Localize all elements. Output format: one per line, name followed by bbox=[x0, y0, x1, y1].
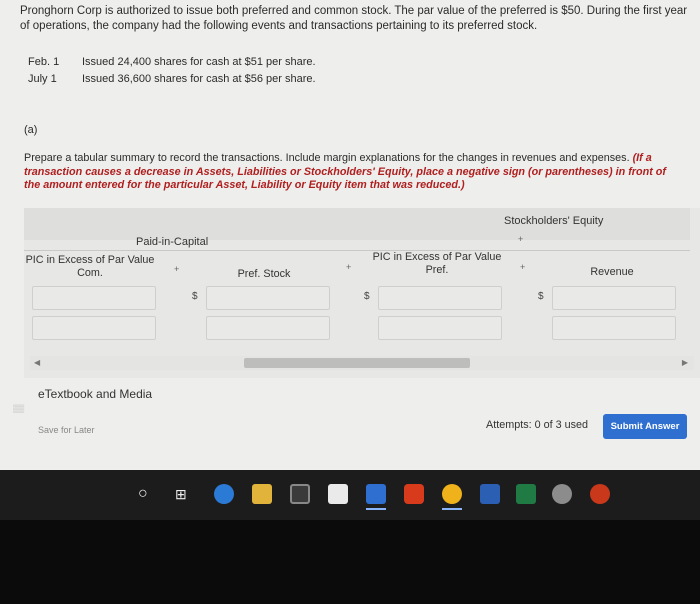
browser-content: Pronghorn Corp is authorized to issue bo… bbox=[0, 0, 700, 470]
office-icon[interactable] bbox=[404, 484, 424, 504]
calculator-icon[interactable] bbox=[290, 484, 310, 504]
excel-icon[interactable] bbox=[516, 484, 536, 504]
powerpoint-icon[interactable] bbox=[590, 484, 610, 504]
col-header-pref-stock: Pref. Stock bbox=[204, 268, 324, 281]
task-view-icon[interactable]: ⊞ bbox=[175, 484, 187, 504]
mail-icon[interactable] bbox=[366, 484, 386, 504]
photos-icon[interactable] bbox=[552, 484, 572, 504]
col-header-revenue: Revenue bbox=[564, 266, 660, 279]
col-header-pic-com: PIC in Excess of Par Value Com. bbox=[22, 254, 158, 280]
dollar-sign: $ bbox=[364, 291, 370, 302]
instructions-main: Prepare a tabular summary to record the … bbox=[24, 152, 630, 164]
input-pic-pref-row1[interactable] bbox=[378, 286, 502, 310]
scroll-left-icon[interactable]: ◀ bbox=[34, 356, 40, 370]
transaction-desc: Issued 36,600 shares for cash at $56 per… bbox=[82, 73, 316, 85]
col-header-line: Revenue bbox=[590, 266, 634, 278]
dollar-sign: $ bbox=[538, 291, 544, 302]
plus-sign: + bbox=[174, 264, 180, 274]
problem-statement: Pronghorn Corp is authorized to issue bo… bbox=[20, 5, 688, 32]
plus-sign: + bbox=[518, 234, 524, 244]
watermark-logo: ▒▒ bbox=[13, 404, 25, 413]
col-header-line: Pref. bbox=[425, 264, 449, 276]
col-header-line: PIC in Excess of Par Value bbox=[25, 254, 155, 266]
transaction-date: July 1 bbox=[28, 73, 57, 85]
file-explorer-icon[interactable] bbox=[252, 484, 272, 504]
instructions: Prepare a tabular summary to record the … bbox=[24, 152, 684, 193]
col-header-line: PIC in Excess of Par Value bbox=[372, 251, 502, 263]
horizontal-scrollbar[interactable]: ◀ ▶ bbox=[30, 356, 694, 370]
transaction-row: July 1 Issued 36,600 shares for cash at … bbox=[28, 73, 316, 85]
scrollbar-thumb[interactable] bbox=[244, 358, 470, 368]
submit-answer-button[interactable]: Submit Answer bbox=[603, 414, 687, 439]
input-revenue-row2[interactable] bbox=[552, 316, 676, 340]
attempts-counter: Attempts: 0 of 3 used bbox=[486, 419, 589, 431]
input-pic-com-row1[interactable] bbox=[32, 286, 156, 310]
col-header-line: Pref. Stock bbox=[237, 268, 291, 280]
input-pic-com-row2[interactable] bbox=[32, 316, 156, 340]
chrome-icon[interactable] bbox=[442, 484, 462, 504]
paid-in-capital-header: Paid-in-Capital bbox=[136, 236, 209, 248]
header-divider bbox=[24, 250, 690, 251]
tabular-summary-table: Stockholders' Equity + Paid-in-Capital P… bbox=[24, 208, 700, 378]
col-header-line: Com. bbox=[77, 267, 103, 279]
dollar-sign: $ bbox=[192, 291, 198, 302]
save-for-later-button[interactable]: Save for Later bbox=[38, 425, 95, 435]
stockholders-equity-header: Stockholders' Equity bbox=[504, 215, 604, 227]
plus-sign: + bbox=[520, 262, 526, 272]
etextbook-link[interactable]: eTextbook and Media bbox=[38, 387, 152, 401]
col-header-pic-pref: PIC in Excess of Par Value Pref. bbox=[364, 251, 510, 277]
transaction-desc: Issued 24,400 shares for cash at $51 per… bbox=[82, 56, 316, 68]
store-icon[interactable] bbox=[328, 484, 348, 504]
input-pic-pref-row2[interactable] bbox=[378, 316, 502, 340]
plus-sign: + bbox=[346, 262, 352, 272]
mail-active-indicator bbox=[366, 508, 386, 510]
transaction-date: Feb. 1 bbox=[28, 56, 60, 68]
input-pref-stock-row1[interactable] bbox=[206, 286, 330, 310]
input-pref-stock-row2[interactable] bbox=[206, 316, 330, 340]
edge-icon[interactable] bbox=[214, 484, 234, 504]
transaction-row: Feb. 1 Issued 24,400 shares for cash at … bbox=[28, 56, 316, 68]
search-circle-icon[interactable]: ○ bbox=[138, 484, 148, 504]
part-label: (a) bbox=[24, 124, 38, 136]
scroll-right-icon[interactable]: ▶ bbox=[682, 356, 688, 370]
input-revenue-row1[interactable] bbox=[552, 286, 676, 310]
word-icon[interactable] bbox=[480, 484, 500, 504]
chrome-active-indicator bbox=[442, 508, 462, 510]
